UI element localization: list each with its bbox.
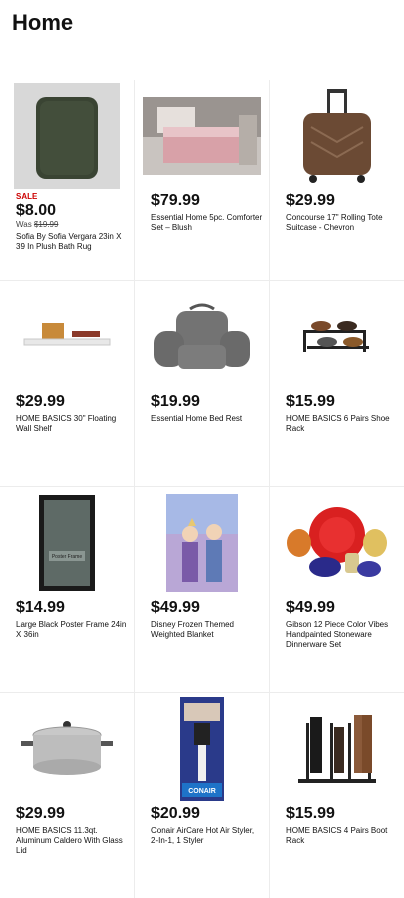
product-image-rolling-tote[interactable] — [278, 86, 396, 186]
product-price: $15.99 — [286, 393, 335, 410]
product-image-hot-air-styler[interactable]: CONAIR — [143, 697, 261, 801]
product-card-bed-rest[interactable]: $19.99 Essential Home Bed Rest — [135, 281, 270, 486]
product-grid: SALE $8.00 Was $19.99 Sofia By Sofia Ver… — [0, 80, 404, 898]
product-name[interactable]: Large Black Poster Frame 24in X 36in — [16, 620, 128, 640]
product-image-wall-shelf[interactable] — [8, 287, 126, 387]
product-name[interactable]: HOME BASICS 4 Pairs Boot Rack — [286, 826, 398, 846]
product-card-caldero[interactable]: $29.99 HOME BASICS 11.3qt. Aluminum Cald… — [0, 693, 135, 898]
product-row: $29.99 HOME BASICS 11.3qt. Aluminum Cald… — [0, 693, 404, 898]
product-row: Poster Frame $14.99 Large Black Poster F… — [0, 487, 404, 693]
product-name[interactable]: HOME BASICS 6 Pairs Shoe Rack — [286, 414, 398, 434]
product-name[interactable]: Gibson 12 Piece Color Vibes Handpainted … — [286, 620, 398, 650]
product-price: $29.99 — [16, 393, 65, 410]
product-price: $29.99 — [286, 192, 335, 209]
poster-frame-label: Poster Frame — [52, 554, 83, 560]
was-price: Was $19.99 — [16, 220, 59, 229]
product-price: $19.99 — [151, 393, 200, 410]
product-name[interactable]: HOME BASICS 11.3qt. Aluminum Caldero Wit… — [16, 826, 128, 856]
product-price: $15.99 — [286, 805, 335, 822]
product-card-comforter-set[interactable]: $79.99 Essential Home 5pc. Comforter Set… — [135, 80, 270, 280]
product-card-poster-frame[interactable]: Poster Frame $14.99 Large Black Poster F… — [0, 487, 135, 692]
product-card-wall-shelf[interactable]: $29.99 HOME BASICS 30" Floating Wall She… — [0, 281, 135, 486]
product-price: $29.99 — [16, 805, 65, 822]
product-card-dinnerware-set[interactable]: $49.99 Gibson 12 Piece Color Vibes Handp… — [270, 487, 404, 692]
product-image-boot-rack[interactable] — [278, 699, 396, 799]
product-image-bath-rug[interactable] — [8, 83, 126, 189]
product-price: $49.99 — [286, 599, 335, 616]
product-price: $8.00 — [16, 202, 57, 219]
product-price: $14.99 — [16, 599, 65, 616]
conair-logo: CONAIR — [188, 788, 216, 795]
product-image-bed-rest[interactable] — [143, 287, 261, 387]
product-price: $49.99 — [151, 599, 200, 616]
product-image-comforter-set[interactable] — [143, 86, 261, 186]
product-row: $29.99 HOME BASICS 30" Floating Wall She… — [0, 281, 404, 487]
product-card-frozen-blanket[interactable]: $49.99 Disney Frozen Themed Weighted Bla… — [135, 487, 270, 692]
product-price: $20.99 — [151, 805, 200, 822]
product-name[interactable]: Conair AirCare Hot Air Styler, 2-In-1, 1… — [151, 826, 263, 846]
product-name[interactable]: Sofia By Sofia Vergara 23in X 39 In Plus… — [16, 232, 128, 252]
product-card-boot-rack[interactable]: $15.99 HOME BASICS 4 Pairs Boot Rack — [270, 693, 404, 898]
product-name[interactable]: Essential Home Bed Rest — [151, 414, 263, 424]
product-image-dinnerware-set[interactable] — [278, 493, 396, 593]
product-card-shoe-rack[interactable]: $15.99 HOME BASICS 6 Pairs Shoe Rack — [270, 281, 404, 486]
product-image-poster-frame[interactable]: Poster Frame — [8, 493, 126, 593]
product-card-hot-air-styler[interactable]: CONAIR $20.99 Conair AirCare Hot Air Sty… — [135, 693, 270, 898]
product-name[interactable]: HOME BASICS 30" Floating Wall Shelf — [16, 414, 128, 434]
product-card-bath-rug[interactable]: SALE $8.00 Was $19.99 Sofia By Sofia Ver… — [0, 80, 135, 280]
product-row: SALE $8.00 Was $19.99 Sofia By Sofia Ver… — [0, 80, 404, 281]
product-image-frozen-blanket[interactable] — [143, 493, 261, 593]
sale-badge: SALE — [16, 192, 38, 201]
product-price: $79.99 — [151, 192, 200, 209]
product-card-rolling-tote[interactable]: $29.99 Concourse 17" Rolling Tote Suitca… — [270, 80, 404, 280]
product-image-caldero[interactable] — [8, 699, 126, 799]
product-name[interactable]: Concourse 17" Rolling Tote Suitcase - Ch… — [286, 213, 398, 233]
product-image-shoe-rack[interactable] — [278, 287, 396, 387]
product-name[interactable]: Essential Home 5pc. Comforter Set – Blus… — [151, 213, 263, 233]
product-name[interactable]: Disney Frozen Themed Weighted Blanket — [151, 620, 263, 640]
page-title: Home — [12, 10, 74, 35]
